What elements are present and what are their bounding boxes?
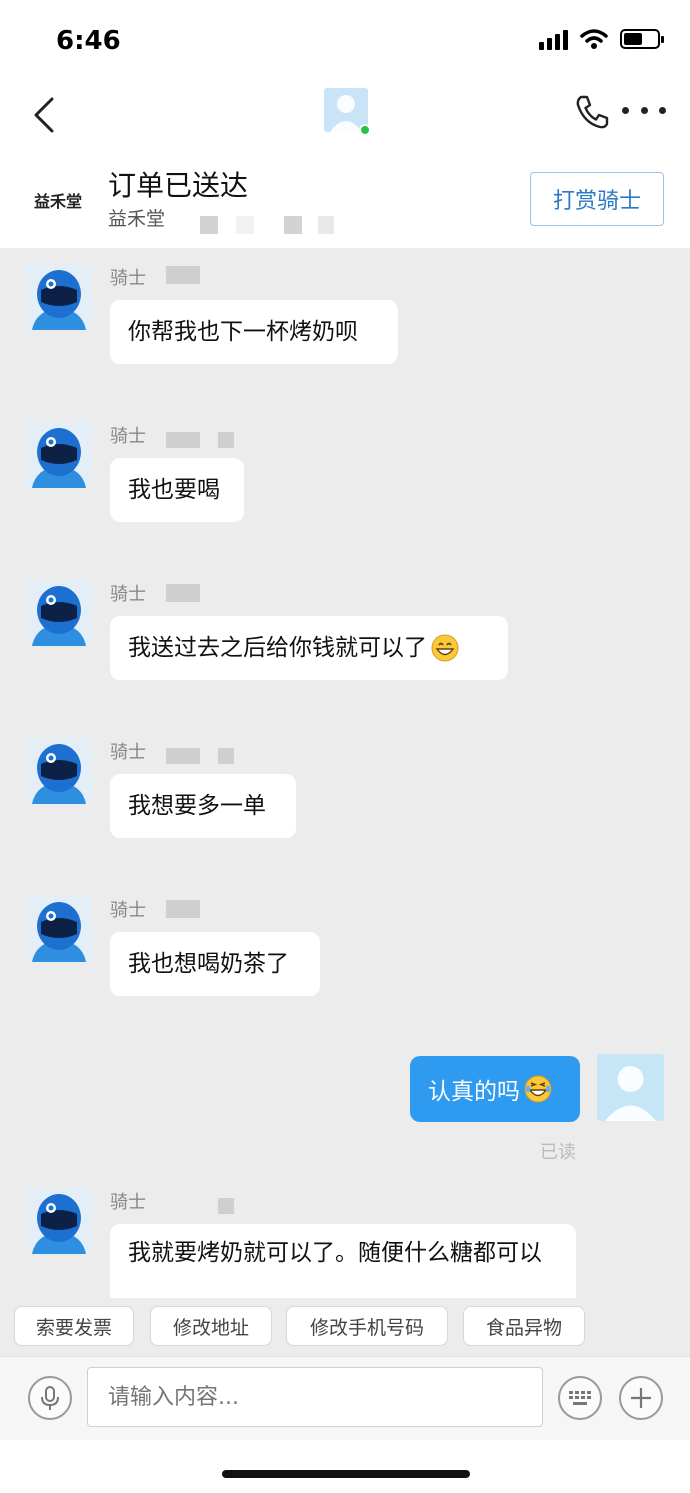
grin-emoji-icon (431, 634, 459, 662)
person-icon (605, 1066, 656, 1121)
signal-icon (539, 28, 568, 50)
more-button[interactable] (622, 100, 666, 120)
status-time: 6:46 (56, 26, 121, 56)
plus-icon (631, 1388, 651, 1408)
chat-area[interactable]: 骑士 你帮我也下一杯烤奶呗 骑士 我也要喝 骑士 我送过去之后给你钱就可以了 骑… (0, 248, 690, 1298)
chevron-left-icon (34, 97, 54, 133)
status-bar: 6:46 (0, 0, 690, 80)
keyboard-icon (569, 1391, 591, 1405)
redacted-text (166, 266, 200, 284)
redacted-text (318, 216, 334, 234)
message-bubble[interactable]: 我想要多一单 (110, 774, 296, 838)
message-bubble[interactable]: 我就要烤奶就可以了。随便什么糖都可以 (110, 1224, 576, 1298)
order-banner[interactable]: 益禾堂 订单已送达 益禾堂 打赏骑士 (0, 152, 690, 248)
redacted-text (166, 748, 200, 764)
battery-icon (620, 29, 664, 49)
wifi-icon (580, 29, 608, 49)
message-bubble[interactable]: 你帮我也下一杯烤奶呗 (110, 300, 398, 364)
redacted-text (218, 748, 234, 764)
sender-name: 骑士 (110, 268, 146, 289)
message-bubble[interactable]: 我也要喝 (110, 458, 244, 522)
home-indicator[interactable] (222, 1470, 470, 1478)
back-button[interactable] (24, 90, 64, 140)
phone-icon (576, 95, 609, 129)
helmet-avatar-icon (26, 738, 92, 804)
sender-name: 骑士 (110, 742, 146, 763)
home-area (0, 1440, 690, 1493)
quick-reply-foreign-object[interactable]: 食品异物 (463, 1306, 585, 1346)
laughing-tears-emoji-icon (524, 1075, 552, 1103)
rider-avatar[interactable] (26, 264, 92, 330)
input-bar (0, 1356, 690, 1440)
shop-name: 益禾堂 (108, 208, 166, 230)
message-text: 认真的吗 (428, 1079, 520, 1105)
sender-name: 骑士 (110, 426, 146, 447)
redacted-text (166, 432, 200, 448)
tip-rider-button[interactable]: 打赏骑士 (530, 172, 664, 226)
redacted-text (236, 216, 254, 234)
message-text: 我送过去之后给你钱就可以了 (128, 635, 427, 661)
quick-reply-change-phone[interactable]: 修改手机号码 (286, 1306, 448, 1346)
redacted-text (284, 216, 302, 234)
rider-avatar[interactable] (26, 1188, 92, 1254)
quick-reply-change-address[interactable]: 修改地址 (150, 1306, 272, 1346)
more-dots-icon (622, 106, 629, 114)
nav-bar (0, 80, 690, 152)
add-button[interactable] (619, 1376, 663, 1420)
redacted-text (166, 900, 200, 918)
helmet-avatar-icon (26, 422, 92, 488)
quick-replies: 索要发票 修改地址 修改手机号码 食品异物 (0, 1298, 690, 1356)
sender-name: 骑士 (110, 1192, 146, 1213)
read-status: 已读 (540, 1142, 576, 1163)
message-input[interactable] (87, 1367, 543, 1427)
redacted-text (200, 216, 218, 234)
microphone-icon (41, 1386, 59, 1410)
order-status: 订单已送达 (108, 169, 249, 202)
self-avatar[interactable] (597, 1054, 664, 1121)
online-indicator (359, 124, 371, 136)
helmet-avatar-icon (26, 1188, 92, 1254)
redacted-text (218, 1198, 234, 1214)
voice-button[interactable] (28, 1376, 72, 1420)
redacted-text (218, 432, 234, 448)
quick-reply-invoice[interactable]: 索要发票 (14, 1306, 134, 1346)
message-bubble[interactable]: 我送过去之后给你钱就可以了 (110, 616, 508, 680)
rider-avatar[interactable] (26, 422, 92, 488)
outgoing-message-bubble[interactable]: 认真的吗 (410, 1056, 580, 1122)
rider-avatar[interactable] (26, 738, 92, 804)
redacted-text (166, 584, 200, 602)
sender-name: 骑士 (110, 900, 146, 921)
call-button[interactable] (572, 92, 612, 132)
helmet-avatar-icon (26, 264, 92, 330)
rider-avatar[interactable] (26, 580, 92, 646)
status-icons (539, 28, 664, 50)
helmet-avatar-icon (26, 896, 92, 962)
keyboard-button[interactable] (558, 1376, 602, 1420)
rider-avatar[interactable] (26, 896, 92, 962)
shop-logo: 益禾堂 (34, 192, 83, 211)
sender-name: 骑士 (110, 584, 146, 605)
message-bubble[interactable]: 我也想喝奶茶了 (110, 932, 320, 996)
helmet-avatar-icon (26, 580, 92, 646)
battery-level (624, 33, 642, 45)
